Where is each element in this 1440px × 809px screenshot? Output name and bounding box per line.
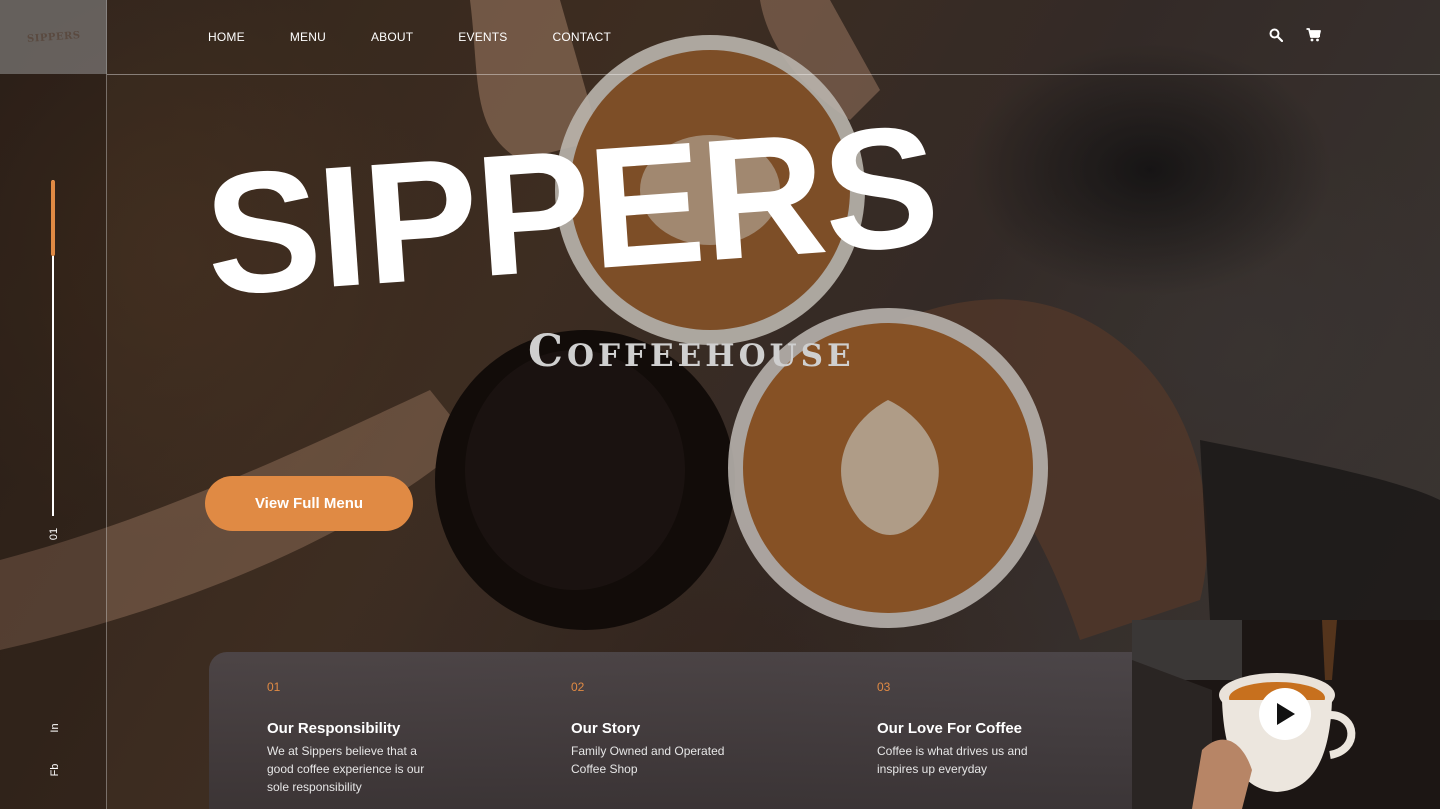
slide-number: 01 bbox=[48, 527, 60, 541]
cart-icon[interactable] bbox=[1306, 28, 1322, 44]
feature-description: Family Owned and Operated Coffee Shop bbox=[571, 744, 725, 776]
view-full-menu-button[interactable]: View Full Menu bbox=[205, 476, 413, 531]
nav-events[interactable]: EVENTS bbox=[458, 30, 507, 44]
instagram-link[interactable]: In bbox=[49, 717, 61, 739]
feature-title: Our Story bbox=[571, 720, 641, 737]
feature-description: We at Sippers believe that a good coffee… bbox=[267, 744, 425, 794]
slide-progress-indicator bbox=[51, 180, 55, 256]
play-icon bbox=[1277, 703, 1295, 725]
feature-love-for-coffee: 03 Our Love For Coffee Coffee is what dr… bbox=[877, 680, 1077, 778]
hero-subtitle: Coffeehouse bbox=[528, 326, 855, 377]
feature-number: 02 bbox=[571, 680, 585, 694]
logo-text: SIPPERS bbox=[26, 29, 81, 45]
video-thumbnail[interactable] bbox=[1132, 620, 1440, 809]
features-panel: 01 Our Responsibility We at Sippers beli… bbox=[209, 652, 1135, 809]
feature-title: Our Love For Coffee bbox=[877, 720, 1023, 737]
play-button[interactable] bbox=[1259, 688, 1311, 740]
feature-number: 03 bbox=[877, 680, 891, 694]
nav-links: HOME MENU ABOUT EVENTS CONTACT bbox=[208, 30, 611, 44]
feature-title: Our Responsibility bbox=[267, 720, 401, 737]
feature-responsibility: 01 Our Responsibility We at Sippers beli… bbox=[267, 680, 467, 796]
logo[interactable]: SIPPERS bbox=[0, 0, 107, 74]
top-navigation: HOME MENU ABOUT EVENTS CONTACT bbox=[107, 0, 1440, 75]
left-rail: SIPPERS 01 In Fb bbox=[0, 0, 107, 809]
hero-title: SIPPERS bbox=[199, 89, 943, 332]
feature-number: 01 bbox=[267, 680, 281, 694]
feature-description: Coffee is what drives us and inspires up… bbox=[877, 744, 1028, 776]
feature-story: 02 Our Story Family Owned and Operated C… bbox=[571, 680, 771, 778]
nav-contact[interactable]: CONTACT bbox=[553, 30, 612, 44]
nav-menu[interactable]: MENU bbox=[290, 30, 326, 44]
search-icon[interactable] bbox=[1269, 28, 1285, 44]
facebook-link[interactable]: Fb bbox=[49, 759, 61, 781]
nav-about[interactable]: ABOUT bbox=[371, 30, 413, 44]
nav-home[interactable]: HOME bbox=[208, 30, 245, 44]
